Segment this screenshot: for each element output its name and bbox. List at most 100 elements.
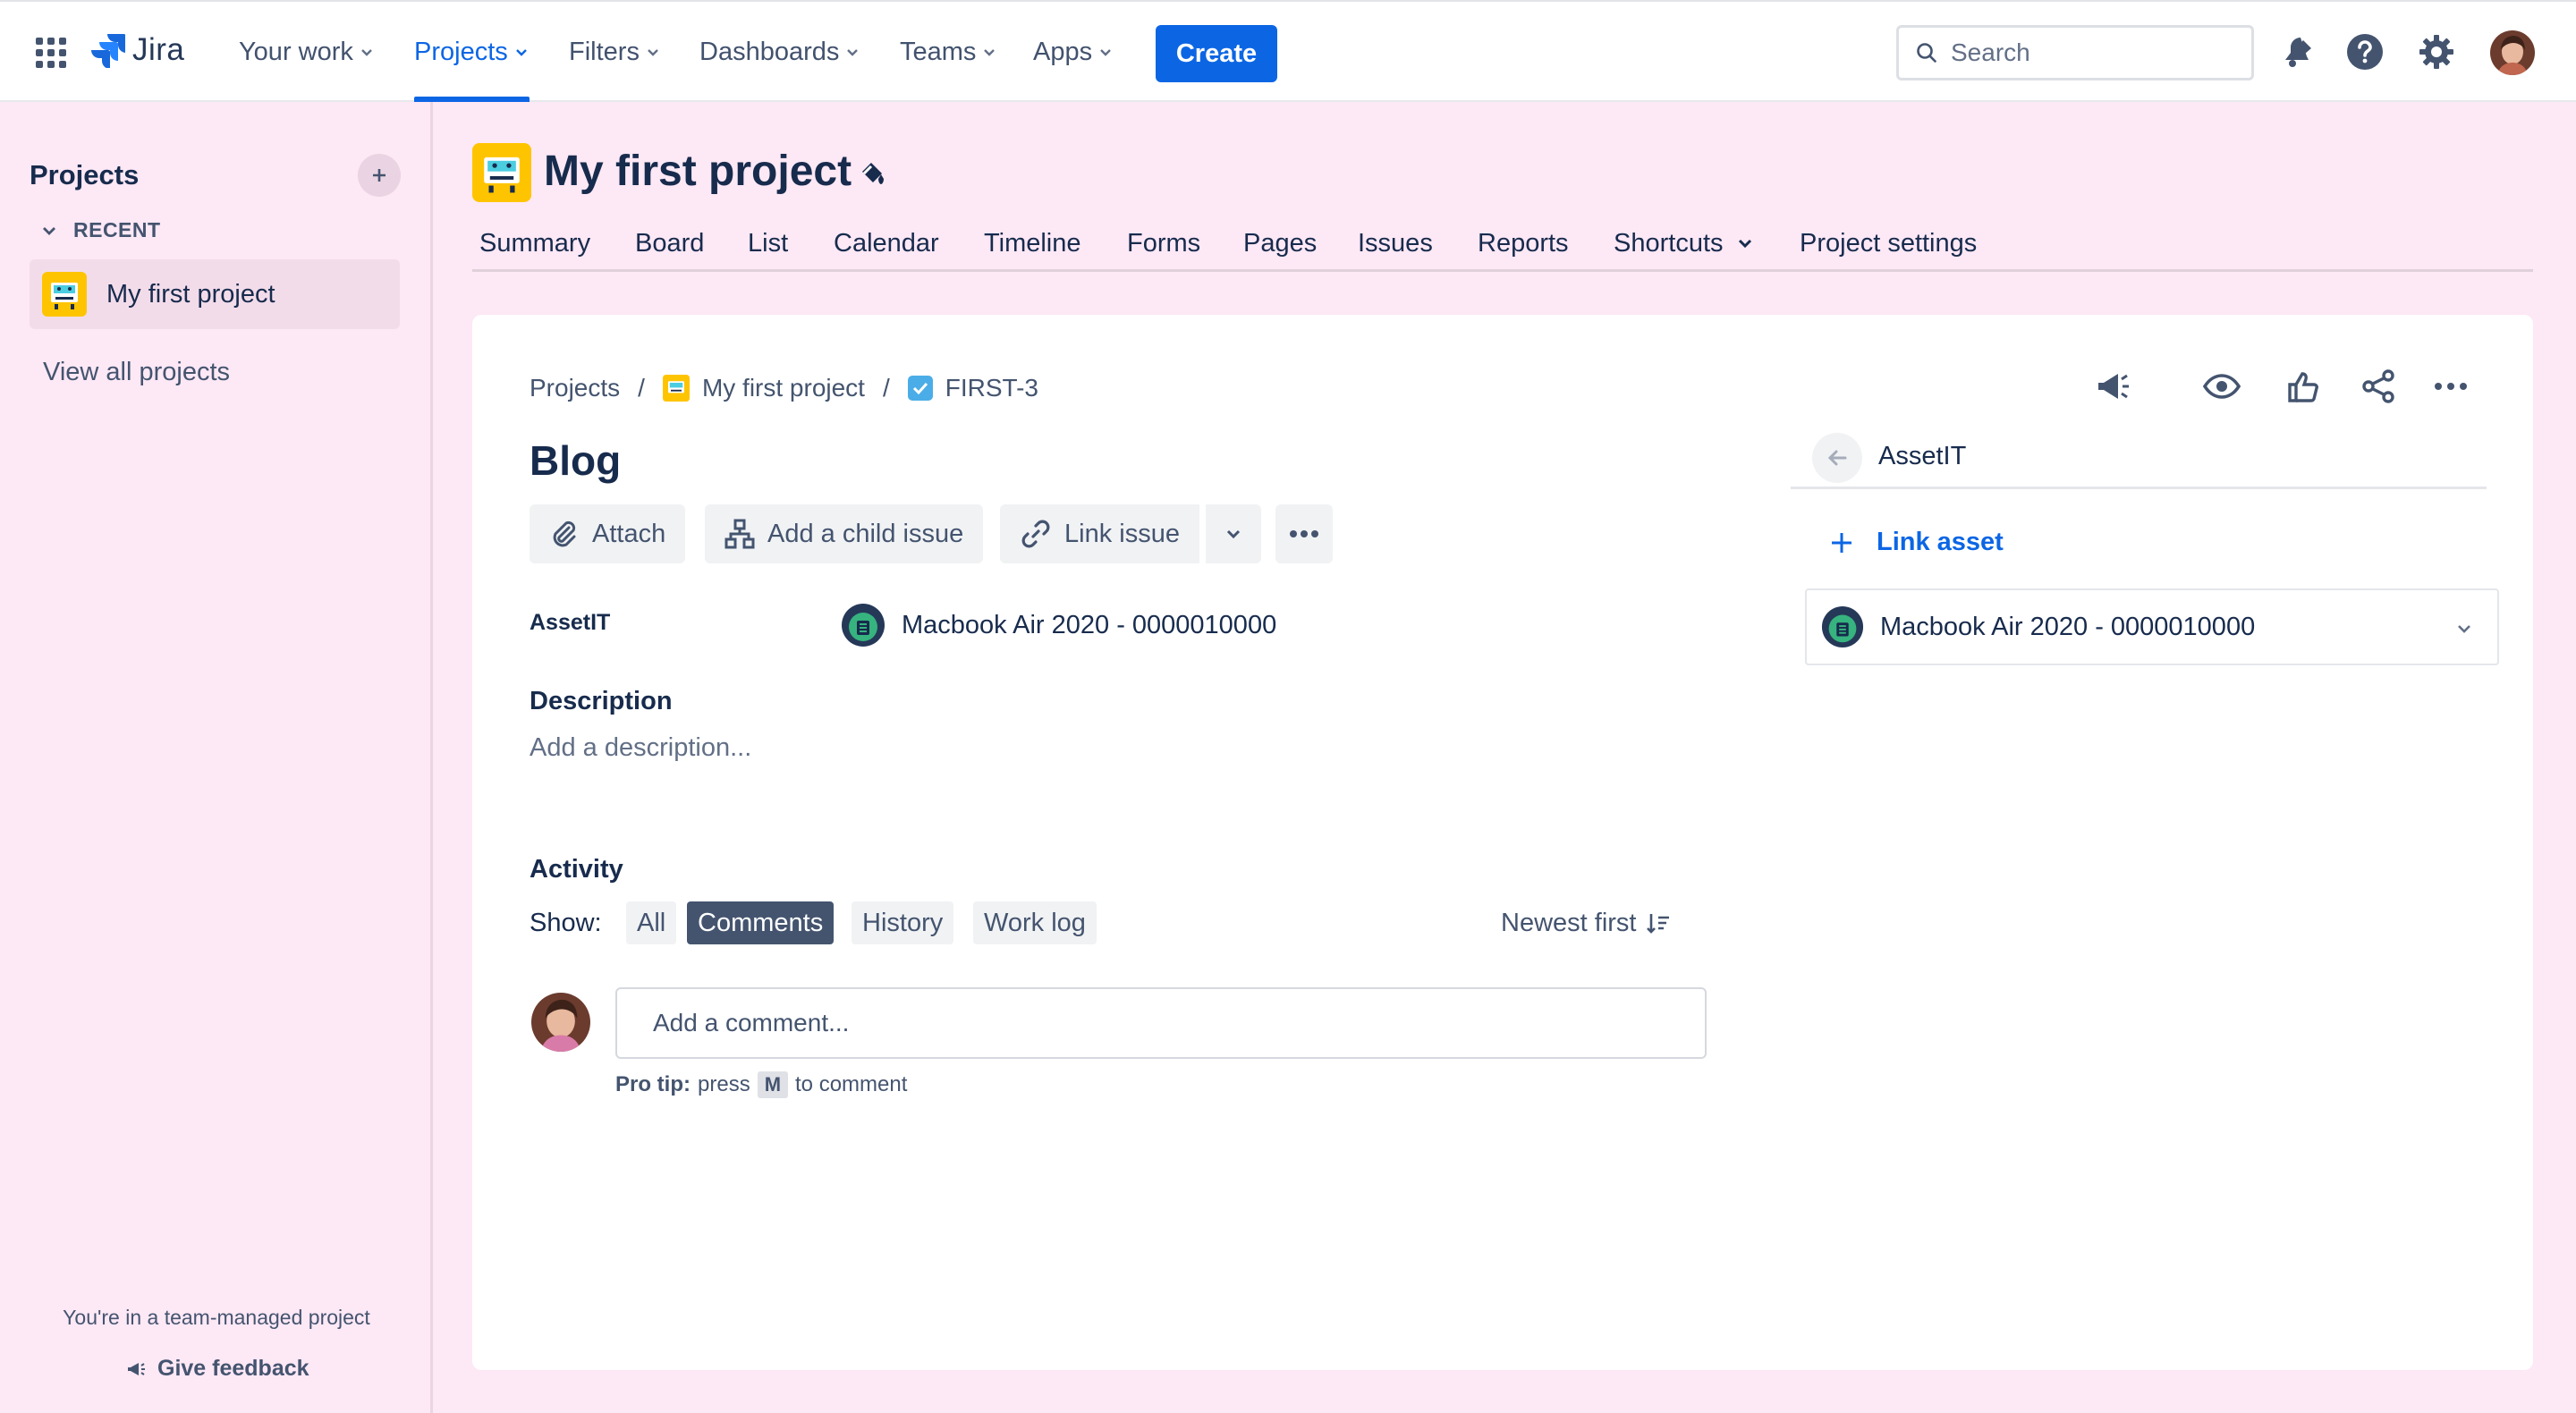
sort-icon xyxy=(1645,910,1672,937)
project-avatar-icon xyxy=(662,375,690,402)
tab-list[interactable]: List xyxy=(748,220,788,267)
tab-shortcuts[interactable]: Shortcuts xyxy=(1614,220,1754,267)
watch-icon[interactable] xyxy=(2202,367,2241,406)
comment-input[interactable] xyxy=(615,987,1707,1059)
tab-summary[interactable]: Summary xyxy=(479,220,590,267)
chevron-down-icon xyxy=(1224,524,1243,544)
panel-title: AssetIT xyxy=(1878,442,1967,470)
add-project-button[interactable] xyxy=(358,154,401,197)
link-asset-button[interactable]: Link asset xyxy=(1830,528,2004,557)
announce-icon[interactable] xyxy=(2093,367,2132,406)
give-feedback-label: Give feedback xyxy=(157,1356,309,1381)
nav-teams[interactable]: Teams xyxy=(900,2,997,102)
chevron-down-icon xyxy=(844,44,860,60)
link-issue-button[interactable]: Link issue xyxy=(1000,504,1199,563)
chevron-down-icon xyxy=(2454,619,2474,639)
tab-calendar[interactable]: Calendar xyxy=(834,220,939,267)
nav-label: Apps xyxy=(1033,37,1093,66)
asset-icon xyxy=(1821,605,1864,648)
more-icon[interactable] xyxy=(2431,367,2470,406)
nav-dashboards[interactable]: Dashboards xyxy=(699,2,860,102)
help-icon[interactable] xyxy=(2345,32,2385,72)
field-label-assetit: AssetIT xyxy=(530,610,611,635)
nav-filters[interactable]: Filters xyxy=(569,2,661,102)
add-child-issue-button[interactable]: Add a child issue xyxy=(705,504,984,563)
attach-button[interactable]: Attach xyxy=(530,504,686,563)
add-child-label: Add a child issue xyxy=(767,519,964,548)
nav-apps[interactable]: Apps xyxy=(1033,2,1114,102)
breadcrumb-project[interactable]: My first project xyxy=(702,374,865,402)
show-label: Show: xyxy=(530,909,602,937)
filter-comments[interactable]: Comments xyxy=(687,901,835,944)
chevron-down-icon xyxy=(513,44,530,60)
nav-label: Projects xyxy=(414,37,508,66)
chevron-down-icon xyxy=(981,44,997,60)
project-avatar-icon xyxy=(42,272,87,317)
chevron-down-icon xyxy=(359,44,375,60)
view-all-projects-link[interactable]: View all projects xyxy=(43,358,230,387)
protip-suffix: to comment xyxy=(795,1072,908,1096)
asset-icon xyxy=(841,603,886,647)
field-value-assetit[interactable]: Macbook Air 2020 - 0000010000 xyxy=(841,603,1276,647)
tab-project-settings[interactable]: Project settings xyxy=(1800,220,1977,267)
tab-reports[interactable]: Reports xyxy=(1478,220,1569,267)
task-checkbox-icon xyxy=(907,376,933,401)
chevron-down-icon xyxy=(41,223,57,239)
jira-logo[interactable]: Jira xyxy=(91,32,184,68)
chevron-down-icon xyxy=(645,44,661,60)
sort-label: Newest first xyxy=(1501,909,1637,937)
tab-board[interactable]: Board xyxy=(635,220,704,267)
sidebar-item-my-first-project[interactable]: My first project xyxy=(30,259,400,329)
search-input[interactable] xyxy=(1951,38,2219,67)
sort-toggle[interactable]: Newest first xyxy=(1501,909,1672,938)
more-icon xyxy=(1288,529,1320,539)
activity-heading: Activity xyxy=(530,855,623,884)
share-icon[interactable] xyxy=(2360,367,2399,406)
paint-icon[interactable] xyxy=(857,157,889,190)
breadcrumb-separator: / xyxy=(638,374,645,402)
sidebar-item-label: My first project xyxy=(106,279,275,309)
pro-tip: Pro tip: press M to comment xyxy=(615,1071,907,1098)
avatar xyxy=(531,993,590,1052)
like-icon[interactable] xyxy=(2284,367,2324,406)
settings-icon[interactable] xyxy=(2417,32,2456,72)
nav-your-work[interactable]: Your work xyxy=(239,2,375,102)
issue-card: Projects / My first project / FIRST-3 Bl… xyxy=(472,315,2533,1370)
tab-timeline[interactable]: Timeline xyxy=(984,220,1081,267)
keyboard-shortcut-badge: M xyxy=(757,1071,789,1098)
more-actions-button[interactable] xyxy=(1275,504,1333,563)
chevron-down-icon xyxy=(1736,234,1754,252)
app-switcher-icon[interactable] xyxy=(36,38,66,68)
notifications-icon[interactable] xyxy=(2277,32,2317,72)
nav-projects[interactable]: Projects xyxy=(414,2,530,102)
asset-value: Macbook Air 2020 - 0000010000 xyxy=(902,610,1277,639)
recent-toggle[interactable]: RECENT xyxy=(41,218,161,242)
linked-asset-select[interactable]: Macbook Air 2020 - 0000010000 xyxy=(1805,588,2499,665)
filter-all[interactable]: All xyxy=(626,901,677,944)
back-button[interactable] xyxy=(1812,433,1862,483)
create-button[interactable]: Create xyxy=(1156,25,1277,82)
project-title: My first project xyxy=(544,148,852,195)
tab-issues[interactable]: Issues xyxy=(1358,220,1433,267)
team-managed-note: You're in a team-managed project xyxy=(63,1306,370,1329)
project-avatar-icon xyxy=(472,143,531,202)
nav-label: Dashboards xyxy=(699,37,840,66)
nav-label: Filters xyxy=(569,37,640,66)
filter-history[interactable]: History xyxy=(852,901,954,944)
tab-forms[interactable]: Forms xyxy=(1127,220,1200,267)
chevron-down-icon xyxy=(1097,44,1114,60)
issue-title[interactable]: Blog xyxy=(530,436,621,485)
user-avatar[interactable] xyxy=(2490,30,2535,75)
give-feedback-button[interactable]: Give feedback xyxy=(125,1356,309,1382)
link-issue-dropdown[interactable] xyxy=(1204,504,1261,563)
protip-press: press xyxy=(698,1072,750,1096)
breadcrumb-issue-key[interactable]: FIRST-3 xyxy=(945,374,1038,402)
search-box[interactable] xyxy=(1896,25,2254,80)
breadcrumb-projects[interactable]: Projects xyxy=(530,374,620,402)
top-navigation: Jira Your work Projects Filters Dashboar… xyxy=(0,0,2576,102)
description-editor[interactable]: Add a description... xyxy=(530,733,751,763)
search-icon xyxy=(1915,41,1938,64)
filter-work-log[interactable]: Work log xyxy=(973,901,1097,944)
tab-pages[interactable]: Pages xyxy=(1243,220,1317,267)
recent-label: RECENT xyxy=(73,218,161,241)
